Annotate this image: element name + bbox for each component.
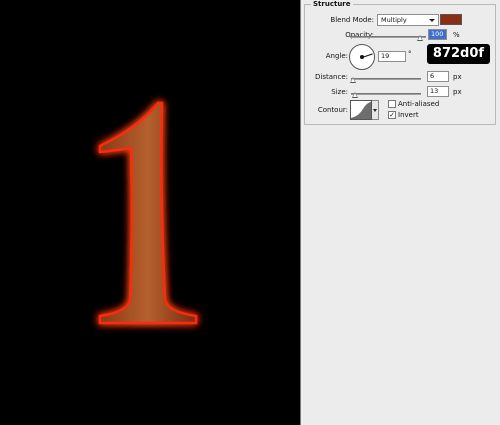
section-title: Structure — [311, 0, 353, 8]
blend-mode-dropdown[interactable]: Multiply — [377, 14, 439, 26]
anti-aliased-label: Anti-aliased — [398, 100, 440, 108]
document-canvas[interactable] — [0, 0, 301, 425]
size-unit: px — [453, 88, 462, 96]
invert-checkbox[interactable]: ✓ — [388, 111, 396, 119]
blend-mode-value: Multiply — [381, 16, 407, 24]
blend-color-swatch[interactable] — [440, 14, 462, 25]
contour-picker-button[interactable] — [372, 100, 379, 120]
blend-mode-label: Blend Mode: — [330, 16, 374, 24]
angle-label: Angle: — [325, 52, 348, 60]
distance-input[interactable]: 6 — [427, 71, 449, 82]
contour-label: Contour: — [317, 106, 348, 114]
glowing-number-one — [98, 101, 198, 325]
opacity-slider[interactable] — [350, 36, 426, 38]
distance-unit: px — [453, 73, 462, 81]
anti-aliased-checkbox[interactable] — [388, 100, 396, 108]
size-input[interactable]: 13 — [427, 86, 449, 97]
size-slider-thumb[interactable] — [351, 92, 358, 98]
contour-curve-icon[interactable] — [350, 100, 372, 120]
size-label: Size: — [331, 88, 348, 96]
opacity-input[interactable]: 100 — [428, 29, 447, 40]
invert-label: Invert — [398, 111, 419, 119]
chevron-down-icon — [429, 19, 435, 22]
distance-slider[interactable] — [351, 78, 421, 80]
angle-unit: ° — [408, 50, 412, 58]
angle-dial-center — [360, 55, 364, 59]
color-hex-tag: 872d0f — [427, 44, 490, 64]
distance-label: Distance: — [315, 73, 348, 81]
size-slider[interactable] — [351, 93, 421, 95]
opacity-unit: % — [453, 31, 460, 39]
angle-input[interactable]: 19 — [378, 51, 406, 62]
angle-dial-icon[interactable] — [349, 44, 375, 70]
distance-slider-thumb[interactable] — [350, 77, 357, 83]
contour-curve-graphic — [351, 101, 371, 119]
opacity-slider-thumb[interactable] — [417, 35, 423, 41]
